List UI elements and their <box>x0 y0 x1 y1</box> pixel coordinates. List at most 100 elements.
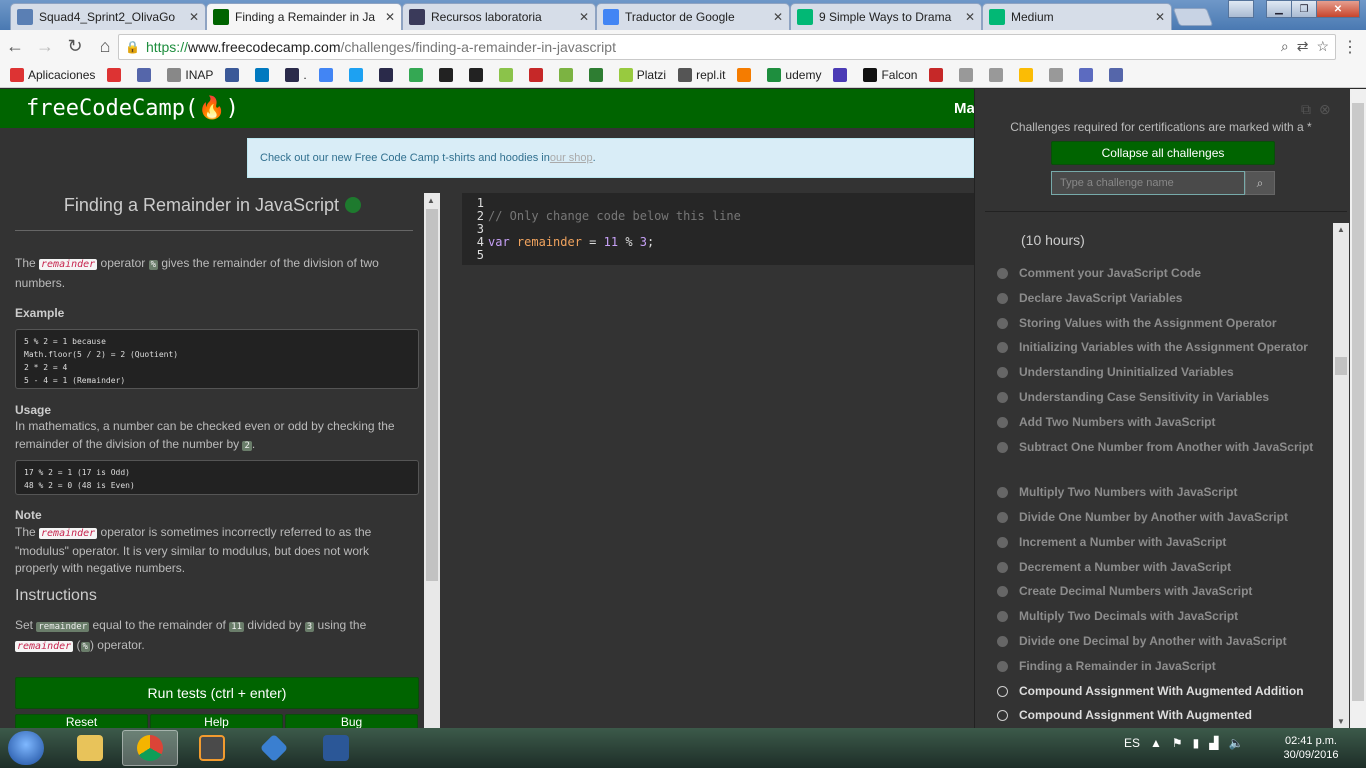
bookmark-item[interactable]: Falcon <box>863 68 917 82</box>
bookmark-item[interactable] <box>959 68 977 82</box>
reset-button[interactable]: Reset <box>15 714 148 728</box>
challenge-search-input[interactable]: Type a challenge name <box>1051 171 1245 195</box>
bookmark-item[interactable] <box>408 68 427 82</box>
bookmark-item[interactable] <box>225 68 243 82</box>
bookmark-item[interactable] <box>318 68 337 82</box>
address-bar[interactable]: 🔒 https://www.freecodecamp.com/challenge… <box>118 34 1336 60</box>
help-button[interactable]: Help <box>150 714 283 728</box>
challenge-list-item[interactable]: Divide one Decimal by Another with JavaS… <box>997 631 1319 652</box>
challenge-list-item[interactable]: Finding a Remainder in JavaScript <box>997 656 1319 677</box>
run-tests-button[interactable]: Run tests (ctrl + enter) <box>15 677 419 709</box>
bookmark-item[interactable]: . <box>285 68 307 82</box>
scrollbar-thumb[interactable] <box>1352 103 1364 701</box>
bookmark-item[interactable] <box>588 68 607 82</box>
browser-tab[interactable]: Finding a Remainder in Ja ✕ <box>206 3 402 30</box>
bookmark-item[interactable] <box>1019 68 1037 82</box>
minimize-button[interactable]: ▁ <box>1266 0 1292 18</box>
home-button[interactable]: ⌂ <box>90 32 120 62</box>
bookmark-item[interactable] <box>468 68 487 82</box>
challenge-list-item[interactable]: Divide One Number by Another with JavaSc… <box>997 507 1319 528</box>
taskbar-word[interactable] <box>308 730 364 766</box>
clock[interactable]: 02:41 p.m. 30/09/2016 <box>1276 734 1346 762</box>
network-icon[interactable]: ▮ <box>1193 736 1200 750</box>
bookmark-item[interactable] <box>137 68 155 82</box>
tab-close-icon[interactable]: ✕ <box>189 10 199 24</box>
code-editor[interactable]: 1 2// Only change code below this line 3… <box>462 193 974 265</box>
browser-tab[interactable]: Traductor de Google ✕ <box>596 3 790 30</box>
instructions-scrollbar[interactable]: ▲ <box>424 193 440 728</box>
user-profile-button[interactable] <box>1228 0 1254 18</box>
bookmark-item[interactable] <box>737 68 755 82</box>
scrollbar-thumb[interactable] <box>426 209 438 581</box>
challenge-list-item[interactable]: Decrement a Number with JavaScript <box>997 557 1319 578</box>
challenge-list-item[interactable]: Compound Assignment With Augmented Addit… <box>997 681 1319 702</box>
scrollbar-thumb[interactable] <box>1335 357 1347 375</box>
tab-close-icon[interactable]: ✕ <box>385 10 395 24</box>
scroll-up-arrow-icon[interactable]: ▲ <box>427 196 435 205</box>
bookmark-item[interactable] <box>528 68 547 82</box>
close-window-button[interactable]: ✕ <box>1316 0 1360 18</box>
scroll-down-arrow-icon[interactable]: ▼ <box>1337 717 1345 726</box>
bookmark-item[interactable]: INAP <box>167 68 213 82</box>
bookmark-item[interactable] <box>558 68 577 82</box>
tab-close-icon[interactable]: ✕ <box>579 10 589 24</box>
forward-button[interactable]: → <box>30 32 60 62</box>
browser-tab[interactable]: Recursos laboratoria ✕ <box>402 3 596 30</box>
taskbar-chrome[interactable] <box>122 730 178 766</box>
banner-shop-link[interactable]: our shop <box>550 152 593 164</box>
bug-button[interactable]: Bug <box>285 714 418 728</box>
challenge-list-item[interactable]: Compound Assignment With Augmented Subtr… <box>997 705 1319 728</box>
volume-icon[interactable]: 🔈 <box>1229 736 1244 750</box>
start-button[interactable] <box>8 731 44 765</box>
challenge-list-item[interactable]: Comment your JavaScript Code <box>997 263 1319 284</box>
browser-tab[interactable]: Medium ✕ <box>982 3 1172 30</box>
language-indicator[interactable]: ES <box>1124 736 1140 750</box>
challenge-list-item[interactable]: Storing Values with the Assignment Opera… <box>997 313 1319 334</box>
bookmark-item[interactable] <box>498 68 517 82</box>
tab-close-icon[interactable]: ✕ <box>773 10 783 24</box>
nav-map-link[interactable]: Ma <box>954 100 975 117</box>
reload-button[interactable]: ↻ <box>60 32 90 62</box>
fcc-logo[interactable]: freeCodeCamp(🔥) <box>26 96 239 121</box>
scroll-up-arrow-icon[interactable]: ▲ <box>1337 225 1345 234</box>
challenge-list-item[interactable]: Increment a Number with JavaScript <box>997 532 1319 553</box>
page-scrollbar[interactable] <box>1350 89 1366 728</box>
challenge-list-item[interactable]: Create Decimal Numbers with JavaScript <box>997 581 1319 602</box>
taskbar-explorer[interactable] <box>62 730 118 766</box>
taskbar-sublime[interactable] <box>184 730 240 766</box>
challenge-list-item[interactable]: Understanding Case Sensitivity in Variab… <box>997 387 1319 408</box>
signal-icon[interactable]: ▟ <box>1209 736 1218 750</box>
bookmark-item[interactable] <box>833 68 851 82</box>
challenge-list-item[interactable]: Subtract One Number from Another with Ja… <box>997 437 1319 458</box>
flag-icon[interactable]: ⚑ <box>1172 736 1183 750</box>
popout-icon[interactable]: ⧉ <box>1301 101 1311 117</box>
bookmark-item[interactable] <box>1049 68 1067 82</box>
browser-tab[interactable]: Squad4_Sprint2_OlivaGo ✕ <box>10 3 206 30</box>
new-tab-button[interactable] <box>1172 8 1214 26</box>
challenge-list-item[interactable]: Initializing Variables with the Assignme… <box>997 337 1319 358</box>
bookmark-item[interactable]: repl.it <box>678 68 725 82</box>
bookmark-item[interactable]: Platzi <box>618 68 666 82</box>
bookmark-item[interactable] <box>255 68 273 82</box>
chrome-menu-icon[interactable]: ⋮ <box>1342 37 1358 57</box>
bookmark-item[interactable] <box>989 68 1007 82</box>
bookmark-item[interactable] <box>438 68 457 82</box>
bookmark-item[interactable] <box>1079 68 1097 82</box>
bookmark-item[interactable] <box>929 68 947 82</box>
bookmark-item[interactable]: Aplicaciones <box>10 68 95 82</box>
back-button[interactable]: ← <box>0 32 30 62</box>
translate-icon[interactable]: ⇄ <box>1297 38 1309 55</box>
search-icon[interactable]: ⌕ <box>1245 171 1275 195</box>
map-scrollbar[interactable]: ▲ ▼ <box>1333 223 1349 728</box>
challenge-list-item[interactable]: Declare JavaScript Variables <box>997 288 1319 309</box>
bookmark-item[interactable] <box>1109 68 1127 82</box>
bookmark-item[interactable] <box>378 68 397 82</box>
close-map-icon[interactable]: ⊗ <box>1319 101 1331 117</box>
bookmark-item[interactable]: udemy <box>767 68 821 82</box>
challenge-list-item[interactable]: Multiply Two Decimals with JavaScript <box>997 606 1319 627</box>
challenge-list-item[interactable]: Add Two Numbers with JavaScript <box>997 412 1319 433</box>
challenge-list-item[interactable]: Multiply Two Numbers with JavaScript <box>997 482 1319 503</box>
challenge-list-item[interactable]: Understanding Uninitialized Variables <box>997 362 1319 383</box>
bookmark-star-icon[interactable]: ☆ <box>1316 38 1329 55</box>
bookmark-item[interactable] <box>107 68 125 82</box>
